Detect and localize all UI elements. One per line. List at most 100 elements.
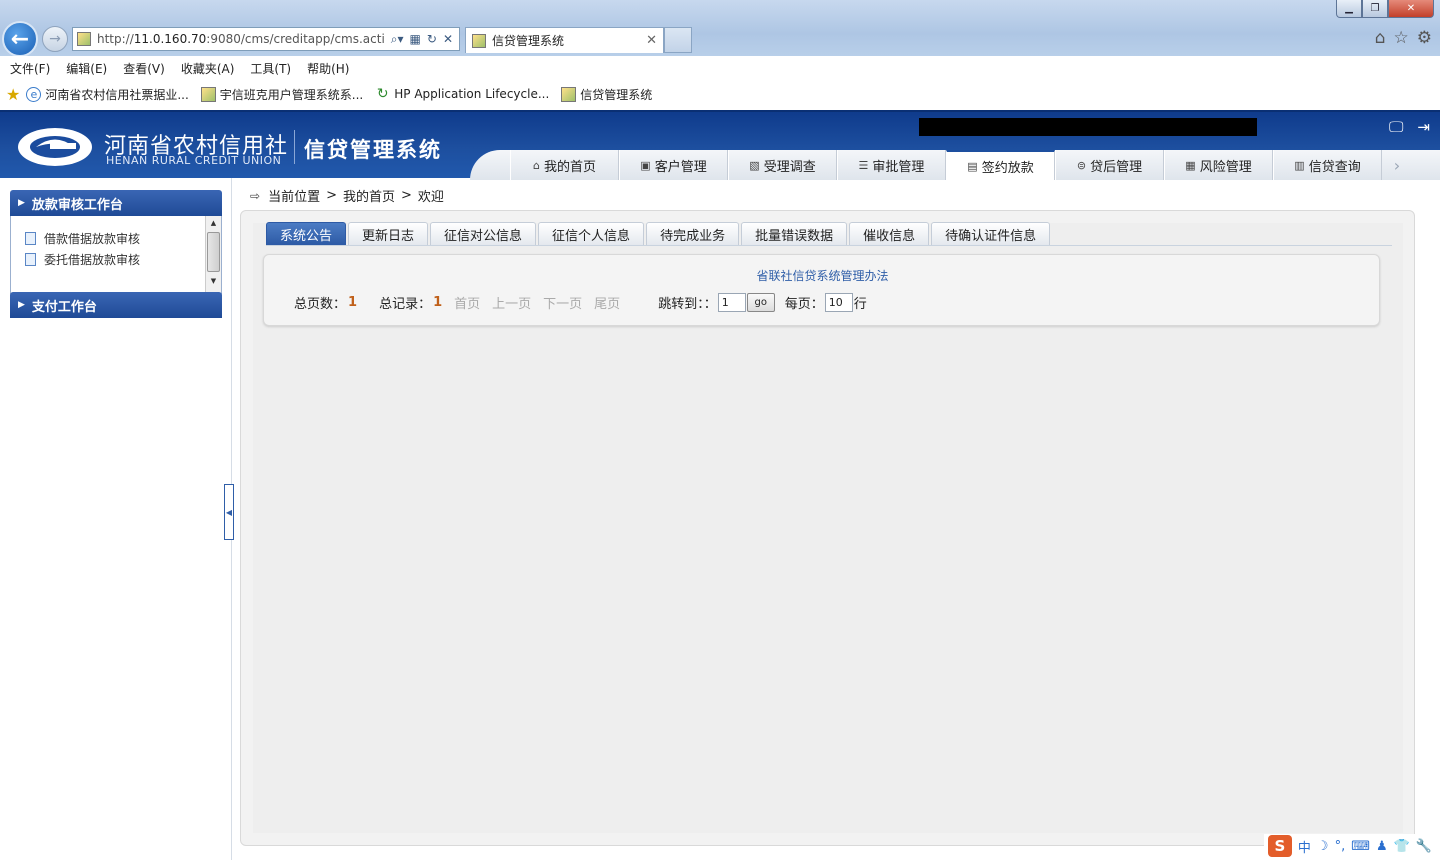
- tab-credit-personal[interactable]: 征信个人信息: [538, 222, 645, 245]
- nav-scroll-right-icon[interactable]: ›: [1382, 150, 1412, 180]
- nav-item-investigation[interactable]: ▧ 受理调查: [728, 150, 837, 180]
- sub-tabs: 系统公告 更新日志 征信对公信息 征信个人信息 待完成业务 批量错误数据 催收信…: [266, 222, 1392, 246]
- sidebar-panel-header[interactable]: ▶ 放款审核工作台: [10, 190, 222, 216]
- pager-next[interactable]: 下一页: [543, 293, 582, 312]
- forward-button[interactable]: →: [42, 26, 68, 52]
- app-header: 河南省农村信用社 HENAN RURAL CREDIT UNION 信贷管理系统…: [0, 110, 1440, 180]
- tab-id-confirmation[interactable]: 待确认证件信息: [931, 222, 1051, 245]
- breadcrumb: ⇨ 当前位置 > 我的首页 > 欢迎: [250, 186, 444, 205]
- favorite-link[interactable]: 宇信班克用户管理系统系...: [200, 86, 363, 103]
- search-icon[interactable]: ⌕▾: [391, 32, 404, 47]
- nav-item-post-loan[interactable]: ⊜ 贷后管理: [1055, 150, 1164, 180]
- favorite-link[interactable]: ↻ HP Application Lifecycle...: [375, 86, 549, 102]
- nav-item-signing[interactable]: ▤ 签约放款: [946, 150, 1055, 180]
- favorite-link[interactable]: 信贷管理系统: [561, 86, 652, 103]
- back-button[interactable]: ←: [2, 21, 38, 57]
- nav-item-home[interactable]: ⌂ 我的首页: [510, 150, 619, 180]
- hp-alm-icon: ↻: [376, 86, 389, 102]
- risk-icon: ▦: [1185, 158, 1196, 172]
- settings-gear-icon[interactable]: ⚙: [1417, 28, 1432, 48]
- sidebar-collapse-handle[interactable]: ◀: [224, 484, 234, 540]
- desktop-icon[interactable]: 🖵: [1389, 118, 1403, 136]
- tab-credit-corporate[interactable]: 征信对公信息: [430, 222, 537, 245]
- minimize-button[interactable]: ▁: [1336, 0, 1362, 18]
- compatibility-icon[interactable]: ▦: [410, 32, 421, 47]
- ime-mode[interactable]: 中: [1298, 837, 1311, 856]
- moon-icon[interactable]: ☽: [1317, 839, 1329, 854]
- notice-title-link[interactable]: 省联社信贷系统管理办法: [264, 267, 1381, 284]
- close-window-button[interactable]: ✕: [1388, 0, 1434, 18]
- tab-update-log[interactable]: 更新日志: [348, 222, 429, 245]
- favorites-star-icon[interactable]: ☆: [1394, 28, 1409, 48]
- scroll-down-icon[interactable]: ▼: [206, 274, 221, 288]
- new-tab-button[interactable]: [664, 27, 692, 53]
- maximize-button[interactable]: ❐: [1362, 0, 1388, 18]
- scroll-thumb[interactable]: [207, 232, 220, 272]
- sidebar-link-entrusted-receipt-review[interactable]: 委托借据放款审核: [11, 249, 221, 270]
- notice-panel: 省联社信贷系统管理办法 总页数： 1 总记录： 1 首页 上一页 下一页 尾页 …: [263, 254, 1380, 326]
- document-icon: [25, 253, 36, 266]
- menu-edit[interactable]: 编辑(E): [66, 60, 107, 77]
- scroll-up-icon[interactable]: ▲: [206, 216, 221, 230]
- skin-shirt-icon[interactable]: 👕: [1394, 839, 1410, 854]
- nav-item-approval[interactable]: ☰ 审批管理: [837, 150, 946, 180]
- pager: 总页数： 1 总记录： 1 首页 上一页 下一页 尾页 跳转到：： 1 go 每…: [294, 293, 867, 312]
- tab-collection-info[interactable]: 催收信息: [849, 222, 930, 245]
- sogou-ime-icon[interactable]: S: [1267, 835, 1292, 857]
- redacted-user-info: [919, 118, 1257, 136]
- punctuation-icon[interactable]: °,: [1335, 839, 1346, 854]
- user-icon[interactable]: ♟: [1376, 839, 1388, 854]
- go-button[interactable]: go: [746, 293, 775, 312]
- page-favicon-icon: [77, 32, 91, 46]
- address-bar[interactable]: http://11.0.160.70:9080/cms/creditapp/cm…: [72, 27, 460, 51]
- stop-icon[interactable]: ✕: [443, 32, 453, 47]
- sidebar-scrollbar[interactable]: ▲ ▼: [205, 216, 221, 292]
- jump-page-input[interactable]: 1: [717, 293, 746, 312]
- favorites-star-icon[interactable]: ★: [6, 85, 20, 104]
- tab-close-icon[interactable]: ✕: [646, 33, 657, 48]
- total-records: 1: [433, 295, 443, 310]
- nav-item-query[interactable]: ▥ 信贷查询: [1273, 150, 1382, 180]
- browser-menubar: 文件(F) 编辑(E) 查看(V) 收藏夹(A) 工具(T) 帮助(H): [0, 56, 1440, 80]
- system-name: 信贷管理系统: [304, 138, 442, 162]
- tab-batch-errors[interactable]: 批量错误数据: [741, 222, 848, 245]
- logout-icon[interactable]: ⇥: [1417, 118, 1430, 136]
- page-icon: [200, 86, 216, 102]
- tab-pending-business[interactable]: 待完成业务: [646, 222, 740, 245]
- pager-prev[interactable]: 上一页: [492, 293, 531, 312]
- customer-icon: ▣: [640, 158, 651, 172]
- menu-view[interactable]: 查看(V): [123, 60, 165, 77]
- home-icon[interactable]: ⌂: [1375, 28, 1386, 48]
- sidebar-panel-loan-review: ▶ 放款审核工作台 借款借据放款审核 委托借据放款审核 ▲ ▼: [10, 190, 222, 294]
- refresh-icon[interactable]: ↻: [427, 32, 437, 47]
- address-url[interactable]: http://11.0.160.70:9080/cms/creditapp/cm…: [97, 32, 385, 46]
- browser-tab-active[interactable]: 信贷管理系统 ✕: [465, 27, 664, 53]
- main-nav: ⌂ 我的首页 ▣ 客户管理 ▧ 受理调查 ☰ 审批管理 ▤ 签约放款 ⊜ 贷后管理 ▦ 风险管…: [470, 150, 1440, 180]
- pager-last[interactable]: 尾页: [594, 293, 620, 312]
- tab-favicon-icon: [472, 33, 486, 48]
- per-page-input[interactable]: 10: [824, 293, 853, 312]
- menu-help[interactable]: 帮助(H): [307, 60, 349, 77]
- sidebar-panel-header[interactable]: ▶ 支付工作台: [10, 292, 222, 318]
- browser-titlebar: ▁ ❐ ✕ ← → http://11.0.160.70:9080/cms/cr…: [0, 0, 1440, 57]
- menu-favorites[interactable]: 收藏夹(A): [181, 60, 235, 77]
- ime-toolbar: S 中 ☽ °, ⌨ ♟ 👕 🔧: [1263, 834, 1436, 858]
- pager-first[interactable]: 首页: [454, 293, 480, 312]
- nav-item-risk[interactable]: ▦ 风险管理: [1164, 150, 1273, 180]
- menu-tools[interactable]: 工具(T): [250, 60, 291, 77]
- favorite-link[interactable]: e 河南省农村信用社票据业...: [26, 86, 189, 103]
- location-arrow-icon: ⇨: [250, 188, 261, 203]
- keyboard-icon[interactable]: ⌨: [1351, 839, 1370, 854]
- sidebar-panel-body: 借款借据放款审核 委托借据放款审核 ▲ ▼: [10, 216, 222, 294]
- wrench-icon[interactable]: 🔧: [1416, 839, 1432, 854]
- sidebar-link-loan-receipt-review[interactable]: 借款借据放款审核: [11, 228, 221, 249]
- investigation-icon: ▧: [749, 158, 760, 172]
- sidebar: ▶ 放款审核工作台 借款借据放款审核 委托借据放款审核 ▲ ▼ ▶ 支付工作台: [0, 178, 232, 860]
- credit-union-logo-icon: [18, 128, 92, 166]
- favorites-bar: ★ e 河南省农村信用社票据业... 宇信班克用户管理系统系... ↻ HP App…: [0, 80, 1440, 108]
- menu-file[interactable]: 文件(F): [10, 60, 50, 77]
- post-loan-icon: ⊜: [1076, 158, 1087, 172]
- nav-item-customer[interactable]: ▣ 客户管理: [619, 150, 728, 180]
- breadcrumb-home[interactable]: 我的首页: [343, 186, 395, 205]
- tab-system-notice[interactable]: 系统公告: [266, 222, 347, 245]
